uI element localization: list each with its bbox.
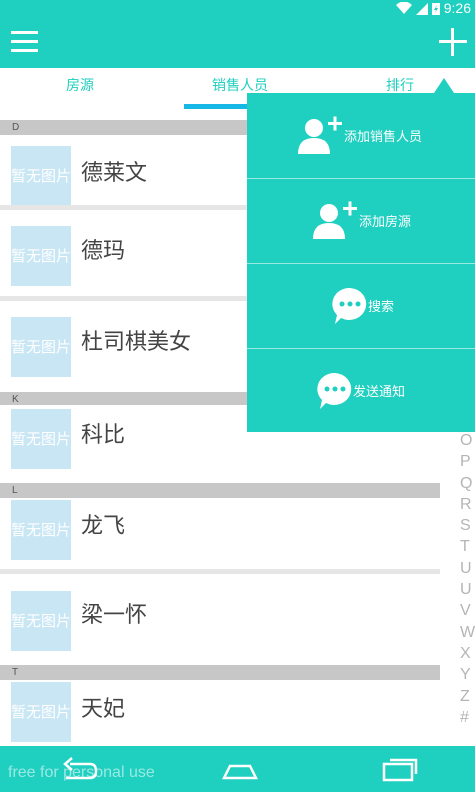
avatar-placeholder: 暂无图片 xyxy=(11,146,71,206)
avatar-placeholder: 暂无图片 xyxy=(11,226,71,286)
index-letter[interactable]: Y xyxy=(460,664,475,685)
menu-icon[interactable] xyxy=(8,26,40,58)
chat-bubble-icon xyxy=(317,372,352,409)
index-letter[interactable]: W xyxy=(460,622,475,643)
list-item[interactable]: 暂无图片 龙飞 xyxy=(0,498,440,576)
status-bar: 9:26 xyxy=(0,0,475,17)
navigation-bar: free for personal use xyxy=(0,746,475,792)
index-letter[interactable]: R xyxy=(460,494,475,515)
menu-item-search[interactable]: 搜索 xyxy=(247,263,475,348)
status-icons: 9:26 xyxy=(395,0,471,17)
index-letter[interactable]: X xyxy=(460,643,475,664)
popup-menu: 添加销售人员 添加房源 搜索 发送通知 xyxy=(247,93,475,432)
action-bar xyxy=(0,17,475,68)
menu-item-label: 添加房源 xyxy=(359,215,412,230)
menu-item-label: 发送通知 xyxy=(353,385,406,400)
chat-bubble-icon xyxy=(332,287,367,324)
index-letter[interactable]: V xyxy=(460,600,475,621)
index-letter[interactable]: S xyxy=(460,515,475,536)
contact-name: 龙飞 xyxy=(81,514,126,539)
index-letter[interactable]: # xyxy=(460,707,475,728)
popup-arrow xyxy=(434,78,454,93)
index-letter[interactable]: U xyxy=(460,558,475,579)
signal-icon xyxy=(415,2,428,15)
plus-icon[interactable] xyxy=(437,26,469,58)
avatar-placeholder: 暂无图片 xyxy=(11,409,71,469)
battery-icon xyxy=(431,3,440,15)
contact-name: 杜司棋美女 xyxy=(81,330,192,355)
back-icon[interactable] xyxy=(60,754,100,784)
index-letter[interactable]: Z xyxy=(460,686,475,707)
index-letter[interactable]: P xyxy=(460,451,475,472)
contact-name: 科比 xyxy=(81,423,126,448)
avatar-placeholder: 暂无图片 xyxy=(11,682,71,742)
section-header: L xyxy=(0,483,440,498)
avatar-placeholder: 暂无图片 xyxy=(11,500,71,560)
menu-item-add-salesperson[interactable]: 添加销售人员 xyxy=(247,93,475,178)
wifi-icon xyxy=(395,2,412,14)
home-icon[interactable] xyxy=(220,754,260,784)
menu-item-send-notification[interactable]: 发送通知 xyxy=(247,348,475,433)
index-letter[interactable]: Q xyxy=(460,473,475,494)
add-person-icon xyxy=(298,116,342,154)
section-header: T xyxy=(0,665,440,680)
avatar-placeholder: 暂无图片 xyxy=(11,317,71,377)
index-letter[interactable]: O xyxy=(460,430,475,451)
contact-name: 德玛 xyxy=(81,239,126,264)
menu-item-label: 搜索 xyxy=(368,300,395,315)
tab-listings[interactable]: 房源 xyxy=(40,68,120,112)
avatar-placeholder: 暂无图片 xyxy=(11,591,71,651)
alphabet-index[interactable]: O P Q R S T U U V W X Y Z # xyxy=(460,430,475,728)
index-letter[interactable]: U xyxy=(460,579,475,600)
contact-name: 天妃 xyxy=(81,697,126,722)
add-person-icon xyxy=(313,201,357,239)
contact-name: 德莱文 xyxy=(81,161,148,186)
menu-item-add-listing[interactable]: 添加房源 xyxy=(247,178,475,263)
contact-name: 梁一怀 xyxy=(81,603,148,628)
index-letter[interactable]: T xyxy=(460,536,475,557)
menu-item-label: 添加销售人员 xyxy=(344,130,423,145)
status-time: 9:26 xyxy=(443,0,471,16)
list-item[interactable]: 暂无图片 梁一怀 xyxy=(0,574,440,652)
recent-apps-icon[interactable] xyxy=(380,754,420,784)
